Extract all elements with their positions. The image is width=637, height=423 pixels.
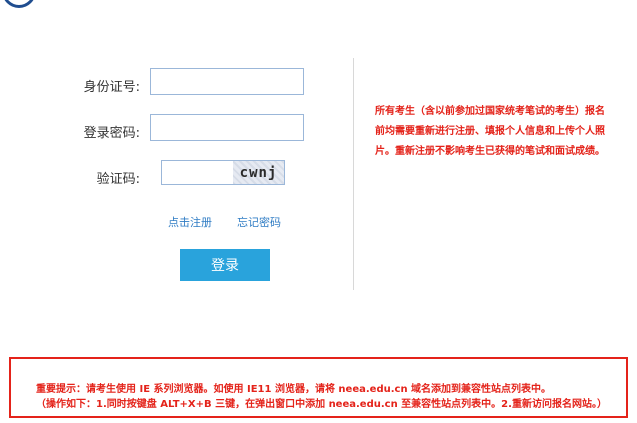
logo-emblem bbox=[2, 0, 36, 8]
id-number-label: 身份证号: bbox=[83, 80, 140, 95]
captcha-image[interactable]: cwnj bbox=[233, 160, 285, 185]
captcha-label: 验证码: bbox=[96, 172, 140, 187]
password-label: 登录密码: bbox=[83, 126, 140, 141]
login-button[interactable]: 登录 bbox=[180, 249, 270, 281]
id-number-input[interactable] bbox=[150, 68, 304, 95]
captcha-input[interactable] bbox=[161, 160, 233, 185]
register-link[interactable]: 点击注册 bbox=[168, 214, 212, 230]
browser-warning-box: 重要提示：请考生使用 IE 系列浏览器。如使用 IE11 浏览器，请将 neea… bbox=[9, 357, 628, 418]
captcha-text: cwnj bbox=[239, 164, 278, 181]
vertical-divider bbox=[353, 58, 354, 290]
forgot-password-link[interactable]: 忘记密码 bbox=[237, 214, 281, 230]
password-input[interactable] bbox=[150, 114, 304, 141]
registration-notice: 所有考生（含以前参加过国家统考笔试的考生）报名前均需要重新进行注册、填报个人信息… bbox=[375, 106, 605, 157]
warning-line-1: 重要提示：请考生使用 IE 系列浏览器。如使用 IE11 浏览器，请将 neea… bbox=[36, 384, 552, 395]
warning-line-2: （操作如下：1.同时按键盘 ALT+X+B 三键，在弹出窗口中添加 neea.e… bbox=[36, 399, 607, 410]
